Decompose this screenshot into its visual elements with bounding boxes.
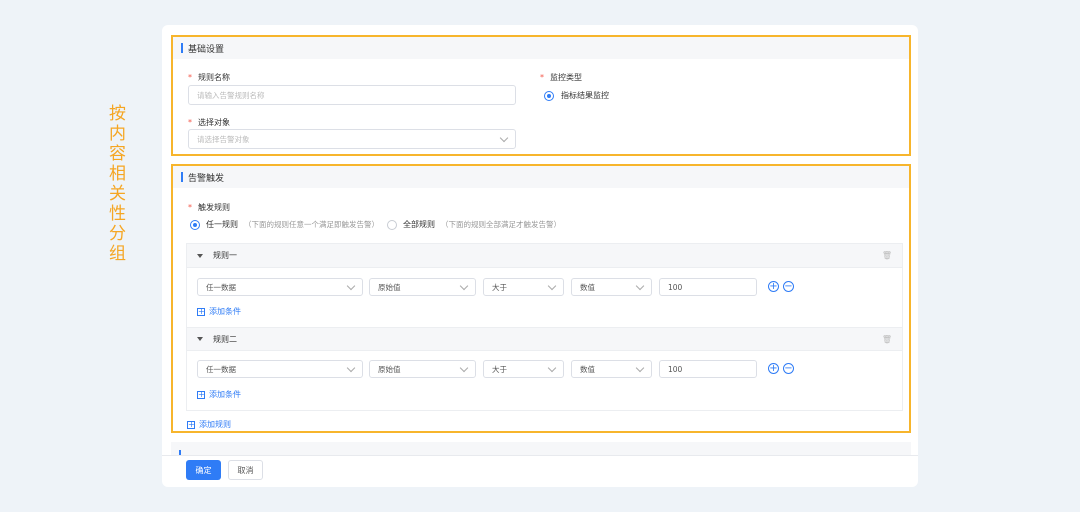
data-select[interactable]: 任一数据 (197, 278, 363, 296)
data-select[interactable]: 任一数据 (197, 360, 363, 378)
radio-any-rule[interactable]: 任一规则 （下面的规则任意一个满足即触发告警） (190, 219, 379, 230)
add-condition-button[interactable]: + 添加条件 (197, 389, 241, 400)
rule-header[interactable]: 规则二 🗑 (187, 327, 902, 351)
monitor-type-radio[interactable]: 指标结果监控 (544, 90, 609, 101)
object-select[interactable]: 请选择告警对象 (188, 129, 516, 149)
footer-divider (162, 455, 918, 456)
add-rule-button[interactable]: + 添加规则 (187, 419, 231, 430)
minus-circle-icon[interactable]: − (783, 363, 794, 374)
object-label: * 选择对象 (188, 118, 230, 127)
operator-select[interactable]: 大于 (483, 278, 564, 296)
minus-circle-icon[interactable]: − (783, 281, 794, 292)
rule-body: 任一数据 原始值 大于 数值 100 + − + 添加条件 (187, 268, 902, 327)
rules-panel: 规则一 🗑 任一数据 原始值 大于 数值 100 + − + 添加条件 规则二 🗑 任… (186, 243, 903, 411)
plus-circle-icon[interactable]: + (768, 363, 779, 374)
plus-circle-icon[interactable]: + (768, 281, 779, 292)
trash-icon[interactable]: 🗑 (882, 251, 892, 260)
cancel-button[interactable]: 取消 (228, 460, 263, 480)
section-title: 告警触发 (188, 173, 225, 184)
value-input[interactable]: 100 (659, 360, 757, 378)
annotation-label: 按内容相关性分组 (105, 104, 125, 264)
confirm-button[interactable]: 确定 (186, 460, 221, 480)
chevron-down-icon (499, 133, 509, 142)
trash-icon[interactable]: 🗑 (882, 335, 892, 344)
section-header: 告警触发 (173, 166, 909, 188)
trigger-rule-label: * 触发规则 (188, 203, 230, 212)
rule-name-input[interactable]: 请输入告警规则名称 (188, 85, 516, 105)
monitor-type-label: * 监控类型 (540, 73, 582, 82)
rule-header[interactable]: 规则一 🗑 (187, 244, 902, 268)
section-title: 基础设置 (188, 44, 225, 55)
add-condition-button[interactable]: + 添加条件 (197, 306, 241, 317)
rule-body: 任一数据 原始值 大于 数值 100 + − + 添加条件 (187, 351, 902, 409)
radio-all-rules[interactable]: 全部规则 （下面的规则全部满足才触发告警） (387, 219, 561, 230)
type-select[interactable]: 数值 (571, 360, 652, 378)
alert-trigger-group: 告警触发 * 触发规则 任一规则 （下面的规则任意一个满足即触发告警） 全部规则 （下… (171, 164, 911, 433)
metric-select[interactable]: 原始值 (369, 360, 476, 378)
caret-down-icon (197, 337, 203, 341)
basic-settings-group: 基础设置 * 规则名称 请输入告警规则名称 * 监控类型 指标结果监控 * 选择对象 … (171, 35, 911, 156)
next-section-header (171, 442, 911, 455)
operator-select[interactable]: 大于 (483, 360, 564, 378)
rule-name-label: * 规则名称 (188, 73, 230, 82)
section-header: 基础设置 (173, 37, 909, 59)
caret-down-icon (197, 253, 203, 258)
value-input[interactable]: 100 (659, 278, 757, 296)
metric-select[interactable]: 原始值 (369, 278, 476, 296)
type-select[interactable]: 数值 (571, 278, 652, 296)
